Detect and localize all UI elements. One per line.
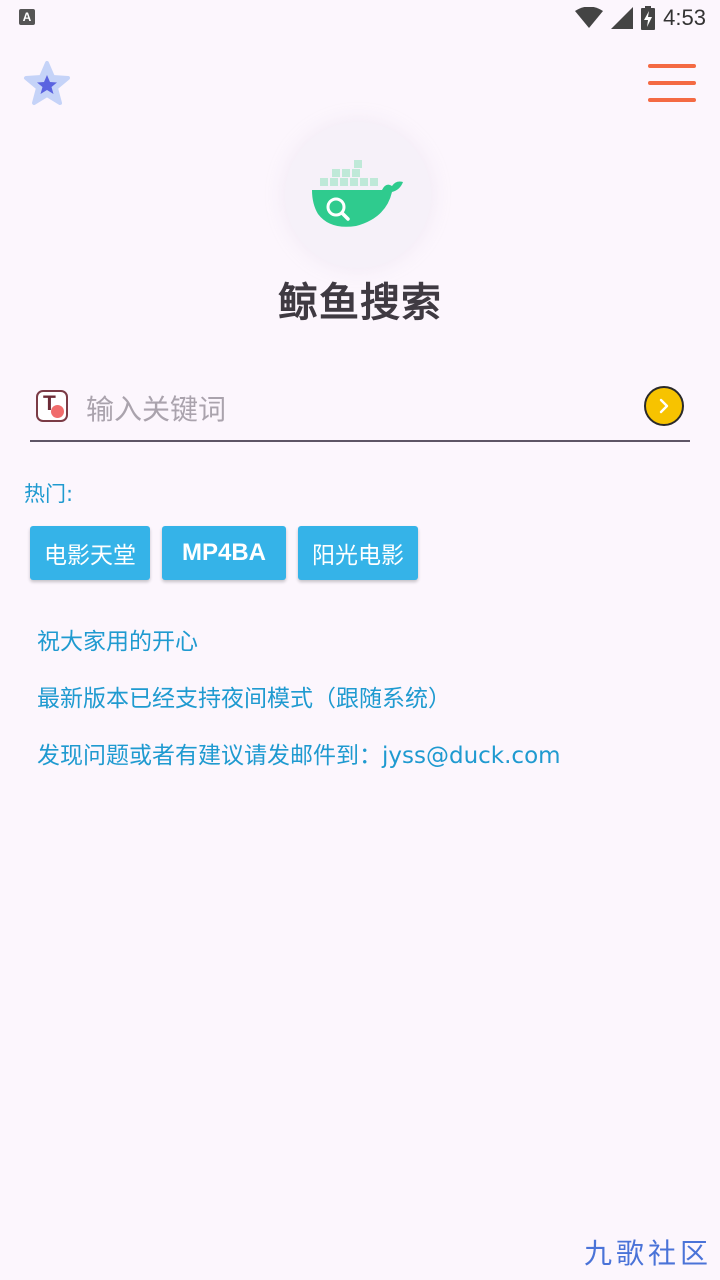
status-icons: 4:53: [575, 4, 706, 32]
app-title: 鲸鱼搜索: [278, 280, 442, 326]
notice-item: 祝大家用的开心: [37, 629, 198, 655]
app-notification-icon: A: [19, 9, 35, 25]
hot-tag-dianying-tiantang[interactable]: 电影天堂: [30, 526, 150, 580]
chevron-right-icon: [659, 398, 669, 414]
hot-tag-yangguang-dianying[interactable]: 阳光电影: [298, 526, 419, 580]
hot-tags: 电影天堂 MP4BA 阳光电影: [30, 526, 419, 580]
notice-list: 祝大家用的开心 最新版本已经支持夜间模式（跟随系统） 发现问题或者有建议请发邮件…: [37, 625, 561, 796]
wifi-icon: [575, 7, 604, 28]
search-submit-button[interactable]: [644, 386, 684, 426]
favorites-button[interactable]: [22, 60, 72, 110]
whale-search-logo: [312, 160, 403, 227]
notice-item: 最新版本已经支持夜间模式（跟随系统）: [37, 686, 451, 712]
hamburger-menu-icon: [648, 64, 696, 68]
notice-item: 发现问题或者有建议请发邮件到：jyss@duck.com: [37, 743, 561, 769]
clock: 4:53: [663, 5, 706, 30]
hot-label: 热门:: [24, 482, 74, 506]
star-icon: [24, 61, 70, 105]
search-bar: T: [30, 380, 690, 442]
signal-icon: [611, 7, 634, 29]
menu-button[interactable]: [646, 62, 698, 106]
text-t-icon: T: [36, 390, 68, 422]
battery-charging-icon: [641, 6, 656, 30]
search-input[interactable]: [84, 386, 628, 432]
hot-tag-mp4ba[interactable]: MP4BA: [162, 526, 287, 580]
status-bar: A 4:53: [0, 0, 720, 36]
watermark: 九歌社区: [583, 1237, 712, 1270]
